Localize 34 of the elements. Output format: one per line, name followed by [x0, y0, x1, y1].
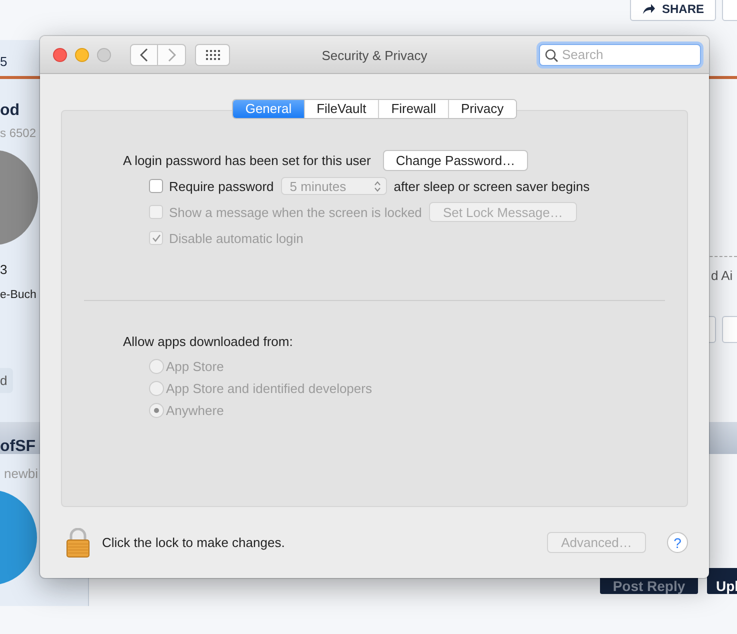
tag-label[interactable]: d: [0, 368, 14, 393]
user-rank: newbi: [4, 466, 38, 481]
up-down-arrows-icon: [374, 180, 381, 192]
tab[interactable]: General: [233, 100, 304, 118]
password-status-text: A login password has been set for this user: [123, 152, 371, 168]
checkbox-label[interactable]: Require password: [169, 178, 274, 194]
help-button[interactable]: ?: [667, 532, 688, 554]
username[interactable]: ofSF: [0, 438, 36, 456]
checkbox[interactable]: [149, 179, 163, 194]
grid-icon: [206, 50, 220, 60]
tab[interactable]: Privacy: [448, 100, 516, 118]
post-count: 3: [0, 262, 8, 277]
share-icon: [642, 2, 656, 14]
checkbox-label-suffix: after sleep or screen saver begins: [394, 178, 590, 194]
minimize-button[interactable]: [75, 48, 89, 62]
section-label: Allow apps downloaded from:: [123, 333, 294, 352]
chevron-left-icon: [140, 48, 148, 62]
share-button[interactable]: SHARE: [630, 0, 716, 21]
username[interactable]: od: [0, 102, 20, 120]
text-fragment: d Ai: [711, 268, 733, 283]
show-all-button[interactable]: [195, 44, 230, 66]
checkmark-icon: [152, 234, 160, 242]
change-password-button[interactable]: Change Password…: [382, 150, 528, 171]
padlock-icon[interactable]: [66, 528, 90, 558]
chevron-right-icon: [168, 48, 176, 62]
search-field[interactable]: Search: [539, 44, 701, 66]
zoom-button[interactable]: [97, 48, 111, 62]
window-title: Security & Privacy: [322, 48, 428, 63]
user-location: e-Buch: [0, 289, 36, 301]
close-button[interactable]: [53, 48, 67, 62]
back-button[interactable]: [130, 44, 158, 66]
tab-label[interactable]: 5: [0, 54, 8, 69]
lock-status-text: Click the lock to make changes.: [102, 535, 285, 550]
user-detail: s 6502: [0, 126, 36, 140]
